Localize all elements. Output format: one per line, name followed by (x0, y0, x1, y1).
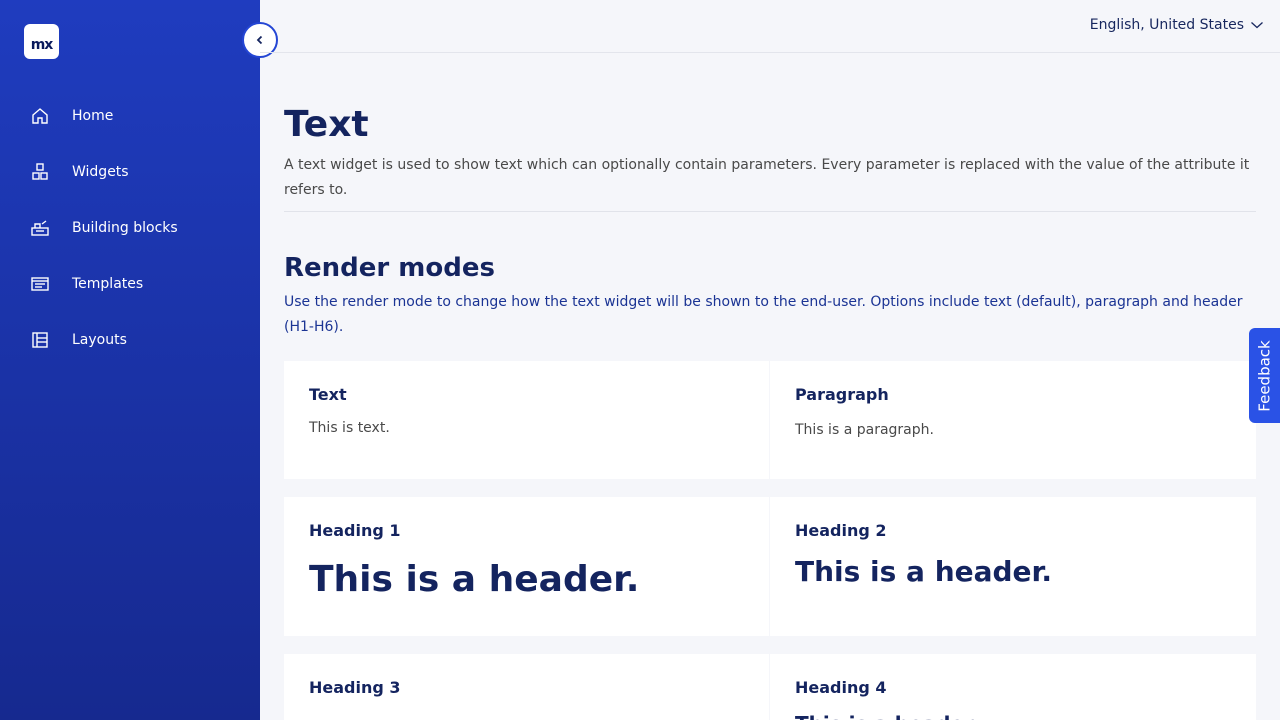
render-modes-row-3: Heading 3 Heading 4 This is a header. (284, 654, 1256, 720)
topbar: English, United States (260, 0, 1280, 53)
heading-4-sample: This is a header. (795, 711, 1231, 720)
building-blocks-icon (30, 218, 50, 238)
card-label: Text (309, 385, 347, 404)
sidebar-item-layouts[interactable]: Layouts (0, 312, 260, 368)
card-label: Paragraph (795, 385, 889, 404)
sidebar: mx Home Widgets Building blocks Template… (0, 0, 260, 720)
sidebar-item-widgets[interactable]: Widgets (0, 144, 260, 200)
render-modes-row-2: Heading 1 This is a header. Heading 2 Th… (284, 497, 1256, 636)
heading-2-sample: This is a header. (795, 555, 1053, 588)
section-description: Use the render mode to change how the te… (284, 294, 1243, 335)
heading-4-card: Heading 4 This is a header. (770, 654, 1256, 720)
templates-icon (30, 274, 50, 294)
render-modes-row-1: Text This is text. Paragraph This is a p… (284, 361, 1256, 479)
card-sample: This is a paragraph. (795, 422, 934, 438)
language-label: English, United States (1089, 17, 1244, 33)
mx-logo[interactable]: mx (24, 24, 59, 59)
sidebar-item-label: Building blocks (72, 220, 178, 236)
card-sample: This is text. (309, 420, 390, 436)
sidebar-item-building-blocks[interactable]: Building blocks (0, 200, 260, 256)
main-content: Text A text widget is used to show text … (284, 53, 1256, 720)
layouts-icon (30, 330, 50, 350)
page-title: Text (284, 104, 369, 145)
card-label: Heading 4 (795, 678, 887, 697)
widgets-icon (30, 162, 50, 182)
chevron-down-icon (1251, 22, 1263, 29)
paragraph-card: Paragraph This is a paragraph. (770, 361, 1256, 479)
heading-1-card: Heading 1 This is a header. (284, 497, 769, 636)
logo-text: mx (30, 36, 54, 53)
text-card: Text This is text. (284, 361, 769, 479)
language-selector[interactable]: English, United States (1090, 17, 1264, 33)
card-label: Heading 1 (309, 521, 401, 540)
feedback-label: Feedback (1255, 339, 1274, 412)
sidebar-nav: Home Widgets Building blocks Templates L… (0, 88, 260, 368)
card-label: Heading 2 (795, 521, 887, 540)
sidebar-item-home[interactable]: Home (0, 88, 260, 144)
page-description: A text widget is used to show text which… (284, 153, 1256, 212)
feedback-button[interactable]: Feedback (1249, 328, 1280, 423)
card-label: Heading 3 (309, 678, 401, 697)
heading-2-card: Heading 2 This is a header. (770, 497, 1256, 636)
sidebar-item-label: Templates (72, 276, 144, 292)
heading-1-sample: This is a header. (309, 559, 640, 600)
section-title: Render modes (284, 253, 495, 283)
sidebar-item-label: Widgets (72, 164, 129, 180)
sidebar-item-label: Layouts (72, 332, 127, 348)
sidebar-item-label: Home (72, 108, 114, 124)
sidebar-item-templates[interactable]: Templates (0, 256, 260, 312)
heading-3-card: Heading 3 (284, 654, 769, 720)
home-icon (30, 106, 50, 126)
